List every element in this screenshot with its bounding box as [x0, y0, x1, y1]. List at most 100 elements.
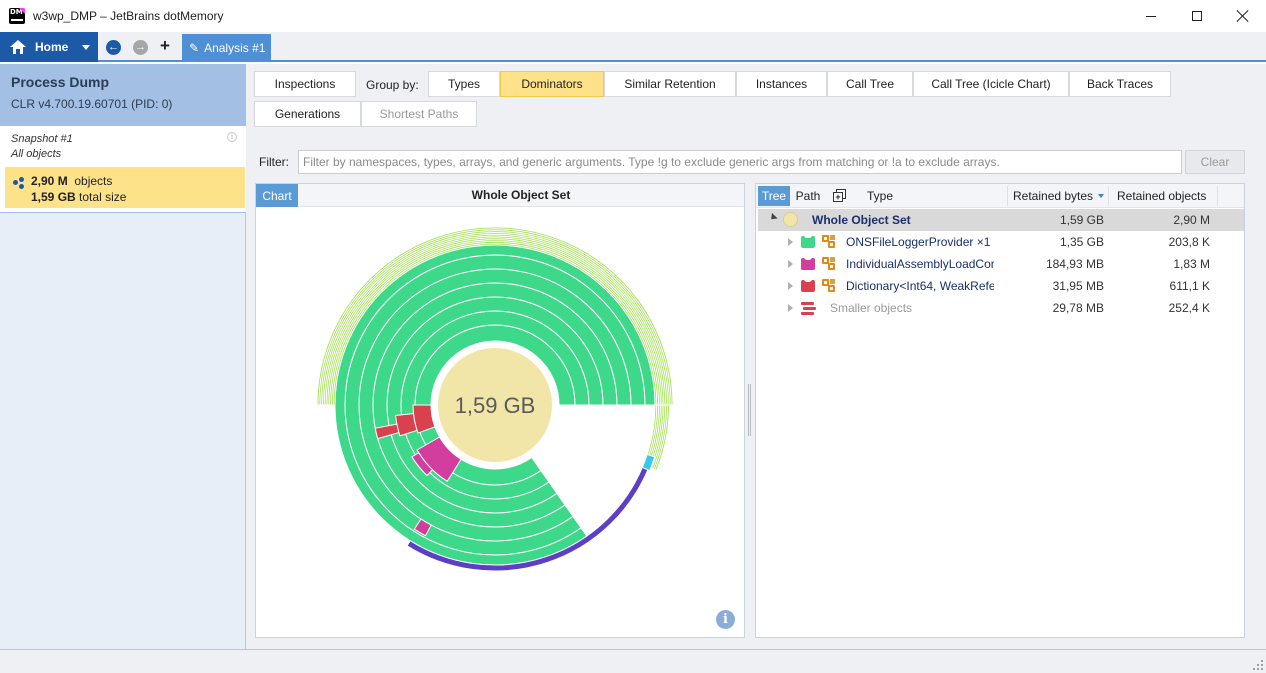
row-retained-bytes: 1,59 GB [1059, 213, 1104, 227]
tab-path[interactable]: Path [792, 186, 824, 206]
type-icon [822, 235, 836, 249]
row-retained-objects: 611,1 K [1169, 279, 1210, 293]
tab-tree[interactable]: Tree [758, 186, 790, 206]
tree-row[interactable]: IndividualAssemblyLoadCont 184,93 MB 1,8… [758, 253, 1244, 275]
row-retained-bytes: 29,78 MB [1052, 301, 1104, 315]
column-divider [1108, 186, 1109, 206]
tree-row-whole-object-set[interactable]: Whole Object Set 1,59 GB 2,90 M [758, 209, 1244, 231]
column-type[interactable]: Type [867, 184, 893, 208]
row-retained-bytes: 31,95 MB [1052, 279, 1104, 293]
snapshot-subtitle: All objects [11, 148, 62, 160]
minimize-button[interactable] [1128, 0, 1174, 32]
collapse-arrow-icon[interactable] [768, 212, 778, 223]
tab-call-tree[interactable]: Call Tree [827, 71, 913, 97]
row-label: ONSFileLoggerProvider ×1 (O [846, 235, 994, 249]
close-button[interactable] [1220, 0, 1266, 32]
window-title: w3wp_DMP – JetBrains dotMemory [33, 9, 224, 23]
tab-analysis[interactable]: ✎ Analysis #1 [182, 34, 271, 62]
smaller-objects-stack-icon [801, 301, 816, 315]
resize-grip-icon[interactable] [1253, 660, 1263, 670]
column-divider [1007, 186, 1008, 206]
chart-title: Whole Object Set [471, 188, 571, 202]
tab-chart[interactable]: Chart [256, 184, 298, 207]
expand-arrow-icon[interactable] [788, 304, 793, 312]
title-bar: DM w3wp_DMP – JetBrains dotMemory [0, 0, 1266, 32]
snapshot-area: Snapshot #1 All objects i 2,90 M objects… [0, 126, 246, 213]
snapshot-title: Snapshot #1 [11, 133, 73, 145]
sunburst-chart[interactable]: 1,59 GB [256, 207, 744, 637]
red-object-icon [801, 279, 815, 292]
row-label: Dictionary<Int64, WeakRefere [846, 279, 994, 293]
maximize-button[interactable] [1174, 0, 1220, 32]
home-icon [10, 40, 26, 54]
expand-arrow-icon[interactable] [788, 260, 793, 268]
tab-analysis-label: Analysis #1 [204, 41, 266, 55]
info-icon[interactable]: i [716, 610, 735, 629]
divider [0, 212, 246, 213]
add-button[interactable]: + [160, 37, 170, 55]
group-by-label: Group by: [366, 78, 419, 92]
arrow-right-icon: → [135, 41, 146, 53]
tab-generations[interactable]: Generations [254, 101, 361, 127]
tab-similar-retention[interactable]: Similar Retention [604, 71, 736, 97]
objects-dots-icon [13, 177, 25, 189]
row-label: Whole Object Set [812, 213, 911, 227]
tab-shortest-paths[interactable]: Shortest Paths [361, 101, 477, 127]
left-panel: Process Dump CLR v4.700.19.60701 (PID: 0… [0, 64, 246, 649]
close-icon [1237, 10, 1249, 22]
tree-row[interactable]: Smaller objects 29,78 MB 252,4 K [758, 297, 1244, 319]
green-object-icon [801, 235, 815, 248]
clr-info: CLR v4.700.19.60701 (PID: 0) [11, 97, 173, 111]
inspections-button[interactable]: Inspections [254, 71, 356, 97]
process-title: Process Dump [11, 74, 110, 90]
row-retained-objects: 2,90 M [1173, 213, 1210, 227]
chevron-down-icon[interactable] [82, 45, 90, 50]
process-header[interactable]: Process Dump CLR v4.700.19.60701 (PID: 0… [0, 64, 246, 126]
snapshot-card[interactable]: 2,90 M objects 1,59 GB total size [5, 167, 245, 208]
row-retained-bytes: 1,35 GB [1059, 235, 1104, 249]
row-retained-objects: 252,4 K [1168, 301, 1210, 315]
type-icon [822, 257, 836, 271]
row-retained-objects: 1,83 M [1173, 257, 1210, 271]
tree-header: Tree Path + Type Retained bytes Retained… [756, 184, 1244, 208]
row-label: Smaller objects [830, 301, 913, 315]
expand-arrow-icon[interactable] [788, 238, 793, 246]
status-bar [0, 649, 1266, 673]
expand-all-icon[interactable]: + [833, 189, 846, 202]
row-retained-objects: 203,8 K [1168, 235, 1210, 249]
tab-call-tree-icicle[interactable]: Call Tree (Icicle Chart) [913, 71, 1069, 97]
tree-panel: Tree Path + Type Retained bytes Retained… [755, 183, 1245, 638]
info-icon[interactable]: i [227, 132, 237, 142]
column-divider [1217, 186, 1218, 206]
forward-button[interactable]: → [133, 40, 148, 55]
column-retained-bytes[interactable]: Retained bytes [1013, 184, 1105, 208]
type-icon [822, 279, 836, 293]
row-label: IndividualAssemblyLoadCont [846, 257, 994, 271]
tab-types[interactable]: Types [428, 71, 500, 97]
sort-descending-icon [1098, 194, 1105, 198]
chart-header: Whole Object Set [298, 184, 744, 207]
window-controls [1128, 0, 1266, 32]
objects-count: 2,90 M objects [31, 174, 113, 188]
tab-instances[interactable]: Instances [736, 71, 827, 97]
chart-panel: Chart Whole Object Set 1,59 GB i [255, 183, 745, 638]
expand-arrow-icon[interactable] [788, 282, 793, 290]
dotmemory-app-icon: DM [9, 8, 25, 24]
panel-splitter[interactable] [748, 384, 751, 436]
tab-back-traces[interactable]: Back Traces [1069, 71, 1171, 97]
center-label: 1,59 GB [455, 393, 536, 418]
home-button[interactable]: Home [0, 32, 98, 62]
pencil-icon: ✎ [189, 41, 200, 55]
navigation-bar: Home ← → + ✎ Analysis #1 [0, 32, 1266, 62]
filter-label: Filter: [259, 155, 289, 169]
tree-row[interactable]: Dictionary<Int64, WeakRefere 31,95 MB 61… [758, 275, 1244, 297]
clear-button[interactable]: Clear [1185, 150, 1245, 174]
filter-input[interactable]: Filter by namespaces, types, arrays, and… [298, 150, 1182, 174]
tab-dominators[interactable]: Dominators [500, 71, 604, 97]
tree-row[interactable]: ONSFileLoggerProvider ×1 (O 1,35 GB 203,… [758, 231, 1244, 253]
back-button[interactable]: ← [106, 40, 121, 55]
column-retained-objects[interactable]: Retained objects [1117, 184, 1206, 208]
total-size: 1,59 GB total size [31, 190, 127, 204]
whole-set-circle-icon [783, 212, 798, 227]
home-label: Home [35, 40, 69, 54]
